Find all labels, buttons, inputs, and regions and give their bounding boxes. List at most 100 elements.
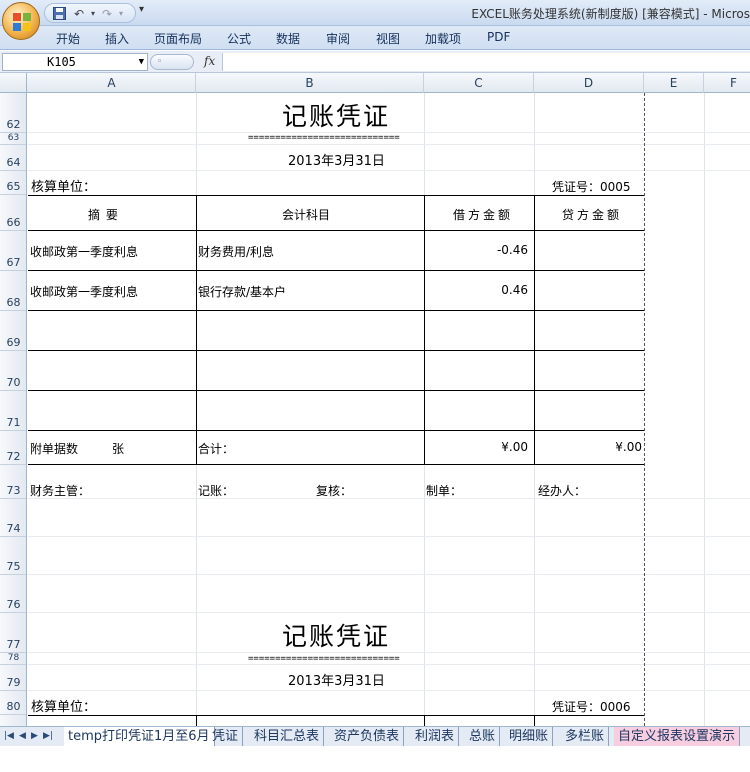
row-header-77[interactable]: 77 — [0, 613, 26, 653]
column-header-b[interactable]: B — [196, 73, 424, 93]
status-area — [0, 746, 750, 772]
column-header-d[interactable]: D — [534, 73, 644, 93]
header-account: 会计科目 — [282, 208, 331, 222]
last-sheet-icon[interactable]: ▶| — [43, 731, 53, 741]
row-header-72[interactable]: 72 — [0, 431, 26, 465]
column-header: A B C D E F — [0, 73, 750, 93]
tab-pdf[interactable]: PDF — [487, 30, 510, 44]
name-box-value: K105 — [47, 55, 76, 69]
unit-label: 核算单位： — [31, 180, 97, 195]
table-border-top — [28, 715, 644, 716]
attachments-unit: 张 — [112, 442, 125, 456]
bookkeeper-label: 记账： — [198, 484, 235, 498]
sheet-tab-balance-sheet[interactable]: 资产负债表 — [330, 727, 405, 746]
row-header-65[interactable]: 65 — [0, 171, 26, 195]
column-header-a[interactable]: A — [28, 73, 196, 93]
tab-data[interactable]: 数据 — [276, 30, 300, 47]
tab-home[interactable]: 开始 — [56, 30, 80, 47]
tab-view[interactable]: 视图 — [376, 30, 400, 47]
row-header-70[interactable]: 70 — [0, 351, 26, 391]
prev-sheet-icon[interactable]: ◀ — [19, 731, 26, 741]
title-bar: ↶ ▾ ↷ ▾ ▾ EXCEL账务处理系统(新制度版) [兼容模式] - Mic… — [0, 0, 750, 40]
next-sheet-icon[interactable]: ▶ — [31, 731, 38, 741]
row-header-76[interactable]: 76 — [0, 575, 26, 613]
reviewer-label: 复核： — [316, 484, 353, 498]
total-credit: ¥.00 — [615, 440, 642, 454]
tab-page-layout[interactable]: 页面布局 — [154, 30, 202, 47]
header-credit: 贷方金额 — [562, 208, 623, 222]
office-logo-icon — [13, 13, 31, 31]
sheet-tab-income-statement[interactable]: 利润表 — [411, 727, 460, 746]
redo-dropdown-icon[interactable]: ▾ — [113, 6, 129, 21]
sheet-tab-account-summary[interactable]: 科目汇总表 — [250, 727, 325, 746]
table-border-top — [28, 195, 644, 196]
row-header-75[interactable]: 75 — [0, 537, 26, 575]
table-border — [28, 270, 644, 271]
row-header-69[interactable]: 69 — [0, 311, 26, 351]
sheet-tab-custom-report[interactable]: 自定义报表设置演示 — [614, 727, 741, 746]
entry-account: 财务费用/利息 — [198, 245, 275, 259]
column-header-e[interactable]: E — [644, 73, 704, 93]
sheet-tab-temp-print[interactable]: temp打印凭证1月至6月 — [64, 727, 215, 746]
select-all-corner[interactable] — [0, 73, 27, 93]
name-box[interactable]: K105 ▼ — [2, 53, 148, 71]
customize-qat-icon[interactable]: ▾ — [139, 4, 144, 15]
first-sheet-icon[interactable]: |◀ — [4, 731, 14, 741]
row-header: 62 63 64 65 66 67 68 69 70 71 72 73 74 7… — [0, 93, 27, 726]
formula-bar-resize-handle[interactable]: ◦ — [150, 54, 194, 70]
row-header-78[interactable]: 78 — [0, 653, 26, 665]
ribbon-tabs: 开始 插入 页面布局 公式 数据 审阅 视图 加载项 PDF — [0, 26, 750, 50]
formula-input[interactable] — [222, 53, 750, 71]
save-icon[interactable] — [51, 6, 67, 21]
table-border — [196, 195, 197, 465]
column-header-c[interactable]: C — [424, 73, 534, 93]
tab-addins[interactable]: 加载项 — [425, 30, 461, 47]
voucher-title: 记账凭证 — [282, 622, 391, 651]
row-header-64[interactable]: 64 — [0, 145, 26, 171]
table-border — [28, 310, 644, 311]
window-title: EXCEL账务处理系统(新制度版) [兼容模式] - Micros — [471, 7, 750, 21]
row-header-74[interactable]: 74 — [0, 499, 26, 537]
header-summary: 摘 要 — [88, 208, 119, 222]
row-header-66[interactable]: 66 — [0, 195, 26, 231]
voucher-date: 2013年3月31日 — [288, 674, 385, 689]
insert-function-icon[interactable]: fx — [204, 54, 215, 68]
sheet-tab-bar: |◀ ◀ ▶ ▶| temp打印凭证1月至6月 凭证 科目汇总表 资产负债表 利… — [0, 726, 750, 746]
office-button[interactable] — [2, 2, 40, 40]
sheet-tab-general-ledger[interactable]: 总账 — [465, 727, 501, 746]
table-border — [196, 715, 197, 726]
tab-formulas[interactable]: 公式 — [227, 30, 251, 47]
handler-label: 经办人： — [538, 484, 587, 498]
entry-summary: 收邮政第一季度利息 — [30, 285, 139, 299]
worksheet-grid[interactable]: 记账凭证 ============================ 2013年3… — [28, 93, 750, 726]
sheet-tab-detail-ledger[interactable]: 明细账 — [505, 727, 554, 746]
row-header-80[interactable]: 80 — [0, 691, 26, 715]
preparer-label: 制单： — [426, 484, 463, 498]
header-debit: 借方金额 — [453, 208, 514, 222]
unit-label: 核算单位： — [31, 700, 97, 715]
row-header-71[interactable]: 71 — [0, 391, 26, 431]
entry-debit: -0.46 — [496, 243, 528, 257]
row-header-63[interactable]: 63 — [0, 133, 26, 145]
sheet-tab-voucher[interactable]: 凭证 — [208, 727, 244, 746]
tab-review[interactable]: 审阅 — [326, 30, 350, 47]
total-debit: ¥.00 — [501, 440, 528, 454]
voucher-number: 凭证号：0005 — [552, 180, 631, 194]
table-border — [424, 715, 425, 726]
title-underline: ============================ — [248, 133, 400, 143]
column-header-f[interactable]: F — [704, 73, 750, 93]
sheet-tab-multi-column[interactable]: 多栏账 — [561, 727, 610, 746]
row-header-62[interactable]: 62 — [0, 93, 26, 133]
table-border — [534, 195, 535, 465]
formula-bar: K105 ▼ ◦ fx — [0, 51, 750, 73]
page-break-line — [644, 93, 645, 726]
table-border — [534, 715, 535, 726]
row-header-67[interactable]: 67 — [0, 231, 26, 271]
row-header-68[interactable]: 68 — [0, 271, 26, 311]
entry-account: 银行存款/基本户 — [198, 285, 287, 299]
row-header-79[interactable]: 79 — [0, 665, 26, 691]
chevron-down-icon[interactable]: ▼ — [139, 54, 144, 70]
row-header-73[interactable]: 73 — [0, 465, 26, 499]
table-border — [28, 350, 644, 351]
tab-insert[interactable]: 插入 — [105, 30, 129, 47]
